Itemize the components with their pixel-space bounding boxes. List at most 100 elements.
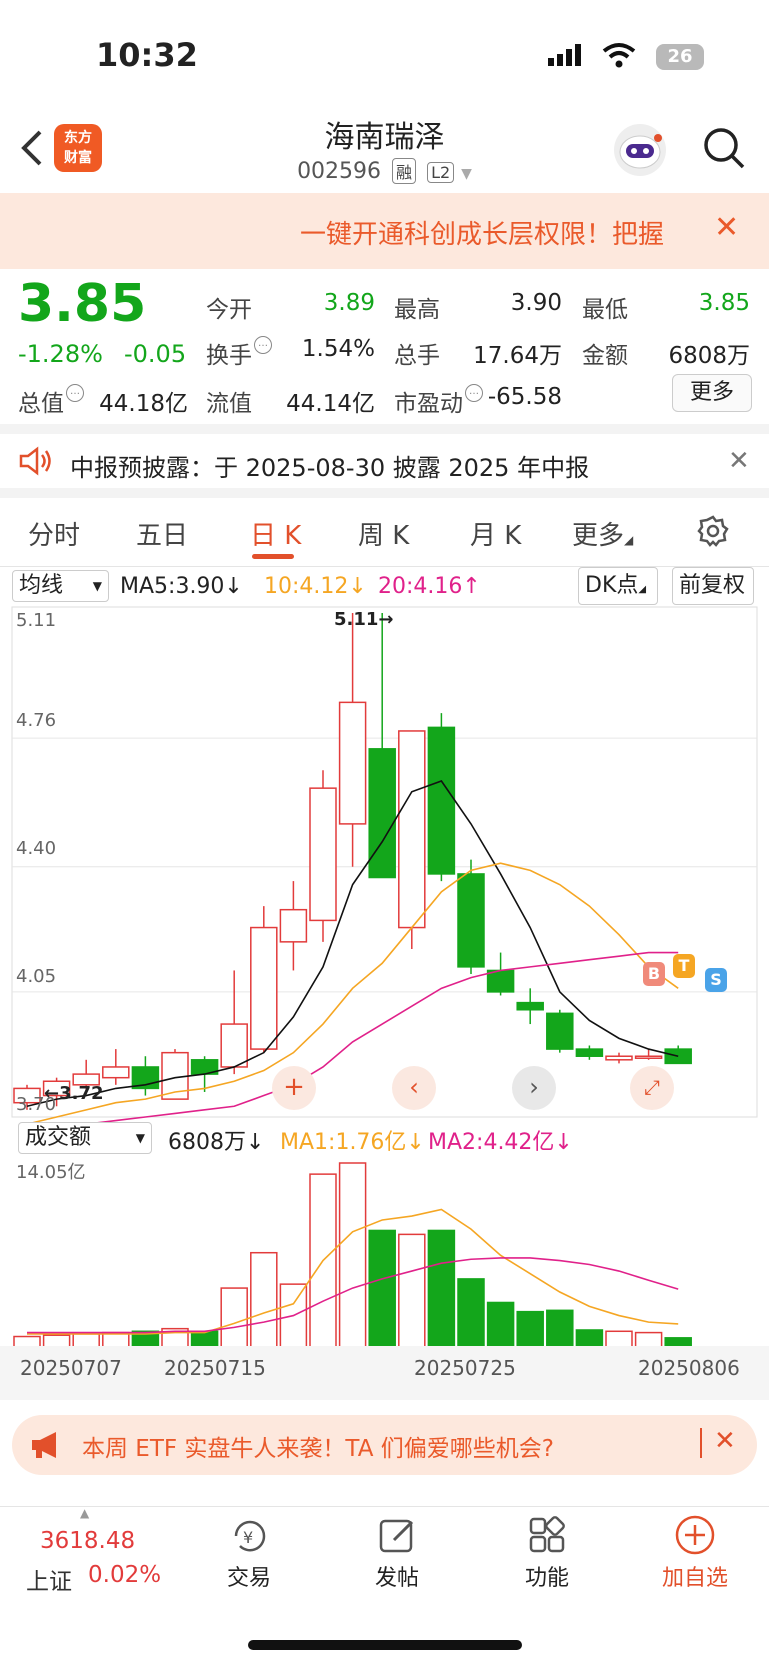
more-button[interactable]: 更多 — [672, 374, 752, 412]
speaker-icon — [18, 446, 54, 480]
ma20-label: 20:4.16↑ — [378, 574, 481, 599]
index-name[interactable]: 上证 — [26, 1562, 72, 1596]
tab-daily-k[interactable]: 日 K — [250, 515, 301, 552]
candle-body — [516, 1001, 544, 1011]
ma20-line — [26, 951, 679, 1133]
volume-bar — [486, 1301, 515, 1348]
label-amount: 金额 — [582, 343, 628, 369]
candle-body — [546, 1012, 574, 1050]
tabbar-functions[interactable]: 功能 — [492, 1560, 602, 1592]
promo-text[interactable]: 一键开通科创成长层权限！把握 — [300, 214, 700, 251]
value-volume: 17.64万 — [473, 343, 562, 369]
date-label: 20250725 — [414, 1356, 516, 1380]
volume-bar — [398, 1233, 426, 1348]
assistant-avatar-icon[interactable] — [614, 124, 666, 176]
volume-bar — [427, 1229, 456, 1348]
value-pe: -65.58 — [487, 384, 562, 410]
volume-indicator-select[interactable]: 成交额 ▼ — [18, 1122, 152, 1154]
tab-weekly-k[interactable]: 周 K — [358, 515, 409, 552]
tabbar-add-watchlist[interactable]: 加自选 — [640, 1560, 750, 1592]
tab-five-day[interactable]: 五日 — [136, 515, 188, 552]
value-turnover: 1.54% — [301, 336, 375, 362]
candle-body — [309, 787, 337, 922]
search-icon[interactable] — [702, 126, 746, 170]
candle-body — [220, 1023, 248, 1068]
volume-bar — [516, 1310, 544, 1348]
price-tick-top: 5.11 — [16, 610, 57, 631]
etf-banner-close-icon[interactable]: ✕ — [714, 1426, 736, 1456]
tab-more[interactable]: 更多◢ — [572, 515, 633, 552]
zoom-in-button[interactable]: + — [272, 1066, 316, 1110]
value-open: 3.89 — [323, 290, 375, 316]
battery-icon: 26 — [656, 44, 704, 70]
index-pct[interactable]: 0.02% — [88, 1562, 161, 1588]
tabbar-post[interactable]: 发帖 — [342, 1560, 452, 1592]
compose-icon[interactable] — [378, 1516, 418, 1560]
add-watchlist-icon[interactable] — [674, 1514, 716, 1560]
volume-bar — [190, 1330, 219, 1348]
settings-gear-icon[interactable] — [696, 514, 730, 552]
info-icon[interactable]: … — [254, 336, 272, 354]
index-up-caret-icon: ▲ — [80, 1506, 90, 1520]
fullscreen-button[interactable]: ⤢ — [630, 1066, 674, 1110]
buy-signal-badge[interactable]: B — [643, 962, 665, 986]
volume-bar — [605, 1330, 633, 1348]
value-high: 3.90 — [510, 290, 562, 316]
candle-body — [102, 1066, 130, 1079]
candle-body — [605, 1055, 633, 1061]
report-notice[interactable]: 中报预披露：于 2025-08-30 披露 2025 年中报 — [70, 448, 589, 483]
tabbar-divider — [0, 1506, 769, 1507]
info-icon[interactable]: … — [66, 384, 84, 402]
vol-ma1-label: MA1:1.76亿↓ — [280, 1130, 425, 1155]
price-change-pct: -1.28% — [18, 340, 103, 368]
candle-body — [427, 726, 456, 875]
price-tick-3: 4.40 — [16, 838, 57, 859]
ma10-label: 10:4.12↓ — [264, 574, 367, 599]
price-tick-4: 4.05 — [16, 966, 57, 987]
candle-body — [634, 1055, 663, 1059]
volume-bar — [220, 1287, 248, 1348]
vol-ma2-label: MA2:4.42亿↓ — [428, 1130, 573, 1155]
promo-close-icon[interactable]: ✕ — [714, 210, 739, 245]
scroll-left-button[interactable]: ‹ — [392, 1066, 436, 1110]
scroll-right-button[interactable]: › — [512, 1066, 556, 1110]
margin-tag: 融 — [392, 158, 417, 184]
candle-body — [486, 969, 515, 993]
t-signal-badge[interactable]: T — [673, 954, 695, 978]
high-marker: 5.11→ — [334, 609, 394, 630]
value-low: 3.85 — [698, 290, 750, 316]
value-total-cap: 44.18亿 — [99, 391, 188, 417]
dk-point-button[interactable]: DK点◢ — [578, 567, 658, 605]
label-low: 最低 — [582, 297, 628, 323]
tabbar-trade[interactable]: 交易 — [194, 1560, 304, 1592]
indicator-select[interactable]: 均线 ▼ — [12, 570, 109, 602]
date-label: 20250806 — [638, 1356, 740, 1380]
sell-signal-badge[interactable]: S — [705, 968, 727, 992]
volume-top-tick: 14.05亿 — [16, 1162, 86, 1183]
adjust-button[interactable]: 前复权 — [672, 567, 754, 605]
section-divider — [0, 424, 769, 434]
trade-icon[interactable]: ¥ — [228, 1516, 272, 1560]
status-time: 10:32 — [96, 36, 198, 74]
wifi-icon — [602, 42, 636, 72]
grid-icon[interactable] — [528, 1516, 568, 1560]
notice-close-icon[interactable]: ✕ — [728, 446, 750, 476]
label-high: 最高 — [394, 297, 440, 323]
volume-bar — [338, 1162, 367, 1348]
tab-intraday[interactable]: 分时 — [28, 515, 80, 552]
volume-bar — [634, 1331, 663, 1348]
value-amount: 6808万 — [668, 343, 750, 369]
active-tab-indicator — [252, 554, 294, 559]
current-price: 3.85 — [18, 274, 147, 334]
volume-value: 6808万↓ — [168, 1130, 265, 1155]
price-change: -0.05 — [124, 340, 187, 368]
tab-monthly-k[interactable]: 月 K — [470, 515, 521, 552]
dropdown-icon: ▼ — [461, 166, 472, 182]
index-value[interactable]: 3618.48 — [40, 1528, 135, 1554]
signal-icon — [548, 44, 582, 70]
ma10-line — [26, 862, 679, 1125]
info-icon[interactable]: … — [465, 384, 483, 402]
candle-body — [457, 873, 485, 968]
candle-body — [368, 748, 396, 879]
etf-banner-text[interactable]: 本周 ETF 实盘牛人来袭！TA 们偏爱哪些机会? — [82, 1429, 554, 1463]
